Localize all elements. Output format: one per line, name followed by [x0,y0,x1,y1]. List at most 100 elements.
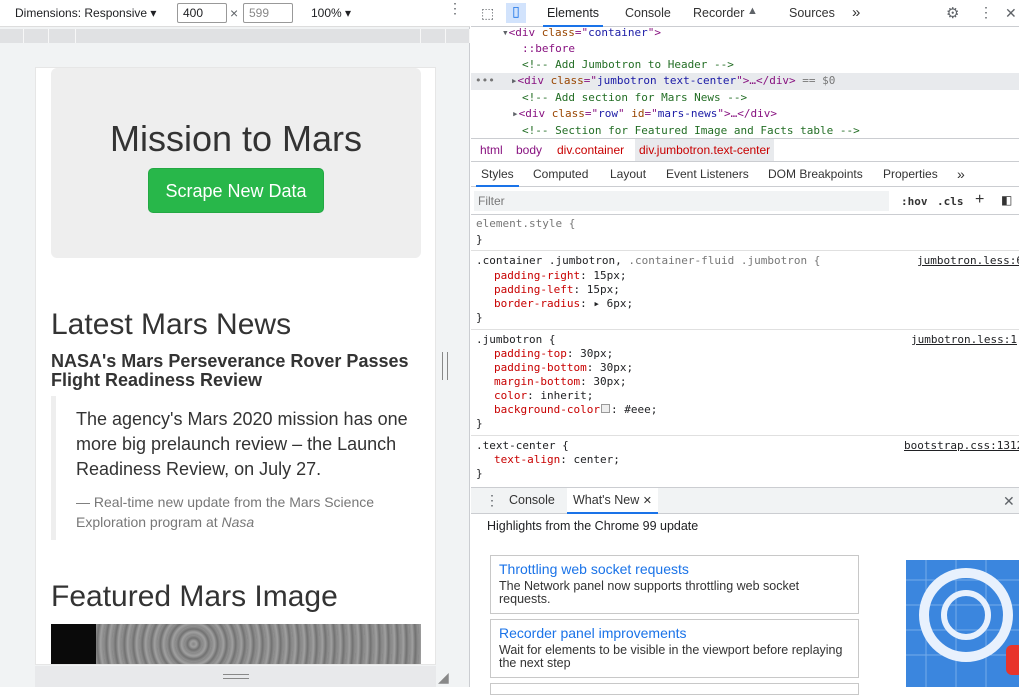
tab-styles[interactable]: Styles [476,163,519,187]
whats-new-card[interactable]: Recorder panel improvements Wait for ele… [490,619,859,678]
news-paragraph: The agency's Mars 2020 mission has one m… [76,409,408,479]
tab-dom-breakpoints[interactable]: DOM Breakpoints [768,163,863,187]
css-value[interactable]: : #eee; [611,403,657,416]
more-tabs-icon[interactable]: » [852,0,860,27]
ellipsis-icon[interactable]: ••• [475,74,495,87]
css-value[interactable]: : 15px; [573,283,619,296]
dom-node-mars-news[interactable]: ▸<div class="row" id="mars-news">…</div> [471,106,1019,123]
whats-new-card[interactable]: Throttling web socket requests The Netwo… [490,555,859,614]
new-rule-icon[interactable]: + [975,191,984,209]
news-blockquote: The agency's Mars 2020 mission has one m… [51,396,421,540]
rule-jumbotron[interactable]: .jumbotron { jumbotron.less:1 padding-to… [471,331,1019,436]
more-options-icon[interactable]: ⋮ [448,1,462,15]
css-property[interactable]: padding-right [494,269,580,282]
styles-filter-input[interactable]: Filter [474,191,889,211]
rule-selector: .container .jumbotron, [476,254,629,267]
css-property[interactable]: background-color [494,403,600,416]
dimensions-dropdown[interactable]: Dimensions: Responsive ▾ [15,6,156,20]
breadcrumb: html body div.container div.jumbotron.te… [471,138,1019,162]
css-property[interactable]: padding-left [494,283,573,296]
close-tab-icon[interactable]: ✕ [643,495,652,507]
times-sign: × [230,5,239,21]
css-value[interactable]: : 30px; [587,361,633,374]
inspect-element-icon[interactable]: ⬚ [481,5,494,22]
featured-image [51,624,421,664]
close-drawer-icon[interactable]: ✕ [1003,493,1015,510]
scrape-button[interactable]: Scrape New Data [148,168,324,213]
mq-segment[interactable] [49,29,76,43]
css-property[interactable]: text-align [494,453,560,466]
cls-toggle[interactable]: .cls [937,195,964,208]
close-devtools-icon[interactable]: ✕ [1005,5,1017,22]
css-value[interactable]: : ▸ 6px; [580,297,633,310]
rule-text-center[interactable]: .text-center { bootstrap.css:1312 text-a… [471,437,1019,485]
emulated-viewport: Mission to Mars Scrape New Data Latest M… [35,67,436,665]
tag-text: =" [584,107,599,120]
breadcrumb-container[interactable]: div.container [553,139,628,161]
corner-resize-icon[interactable]: ◢ [438,669,449,686]
tab-layout[interactable]: Layout [610,163,646,187]
drawer-menu-icon[interactable]: ⋮ [485,492,499,509]
css-value[interactable]: : center; [560,453,620,466]
tab-event-listeners[interactable]: Event Listeners [666,163,749,187]
css-value[interactable]: : 15px; [580,269,626,282]
rule-container-jumbotron[interactable]: .container .jumbotron, .container-fluid … [471,252,1019,330]
rule-source-link[interactable]: jumbotron.less:6 [917,254,1019,268]
width-input[interactable]: 400 [177,3,227,23]
right-resize-handle[interactable] [442,352,448,380]
tab-computed[interactable]: Computed [533,163,588,187]
dom-comment[interactable]: <!-- Section for Featured Image and Fact… [471,123,1019,137]
hov-toggle[interactable]: :hov [901,195,928,208]
css-property[interactable]: border-radius [494,297,580,310]
dom-pseudo-before[interactable]: ::before [471,41,1019,58]
drawer-tab-whats-new[interactable]: What's New ✕ [567,488,658,514]
tab-recorder[interactable]: Recorder [693,0,744,27]
color-swatch-icon[interactable] [600,404,610,413]
css-property[interactable]: margin-bottom [494,375,580,388]
height-input[interactable]: 599 [243,3,293,23]
mq-segment[interactable] [446,29,470,43]
css-property[interactable]: color [494,389,527,402]
card-title-link[interactable]: Recorder panel improvements [499,625,850,641]
css-value[interactable]: : inherit; [527,389,593,402]
settings-gear-icon[interactable]: ⚙ [946,4,959,22]
comment-text: <!-- Add section for Mars News --> [522,91,748,104]
zoom-dropdown[interactable]: 100% ▾ [311,6,351,20]
rule-source-link[interactable]: jumbotron.less:1 [911,333,1017,347]
mq-segment[interactable] [394,29,421,43]
dom-node-jumbotron[interactable]: ••• ▸<div class="jumbotron text-center">…… [471,73,1019,90]
media-query-bar[interactable] [0,29,470,43]
more-style-tabs-icon[interactable]: » [957,163,965,187]
css-property[interactable]: padding-top [494,347,567,360]
drawer-tab-console[interactable]: Console [509,488,555,514]
tab-elements[interactable]: Elements [543,0,603,27]
rule-close: } [476,233,483,246]
dom-node-container[interactable]: ▾<div class="container"> [471,27,1019,42]
css-value[interactable]: : 30px; [580,375,626,388]
bottom-resize-bar[interactable] [35,666,436,687]
device-toggle-icon[interactable]: ▯ [506,3,526,23]
css-property[interactable]: padding-bottom [494,361,587,374]
rule-element-style[interactable]: element.style { } [471,216,1019,251]
card-title-link[interactable]: Throttling web socket requests [499,561,850,577]
customize-menu-icon[interactable]: ⋮ [979,4,993,21]
mq-segment[interactable] [0,29,24,43]
tab-properties[interactable]: Properties [883,163,938,187]
dom-comment[interactable]: <!-- Add Jumbotron to Header --> [471,57,1019,74]
css-value[interactable]: : 30px; [567,347,613,360]
mq-segment[interactable] [24,29,49,43]
rule-source-link[interactable]: bootstrap.css:1312 [904,439,1019,453]
rule-close: } [476,417,483,430]
mq-segment[interactable] [421,29,446,43]
toggle-sidebar-icon[interactable]: ◧ [1001,193,1012,207]
tab-sources[interactable]: Sources [789,0,835,27]
breadcrumb-html[interactable]: html [476,139,507,161]
whats-new-card[interactable] [490,683,859,695]
dom-comment[interactable]: <!-- Add section for Mars News --> [471,90,1019,107]
news-source: Nasa [221,514,255,530]
breadcrumb-body[interactable]: body [512,139,546,161]
styles-rules: element.style { } .container .jumbotron,… [471,216,1019,486]
tab-console[interactable]: Console [625,0,671,27]
bottom-resize-handle[interactable] [223,674,249,679]
breadcrumb-jumbotron[interactable]: div.jumbotron.text-center [635,139,775,161]
